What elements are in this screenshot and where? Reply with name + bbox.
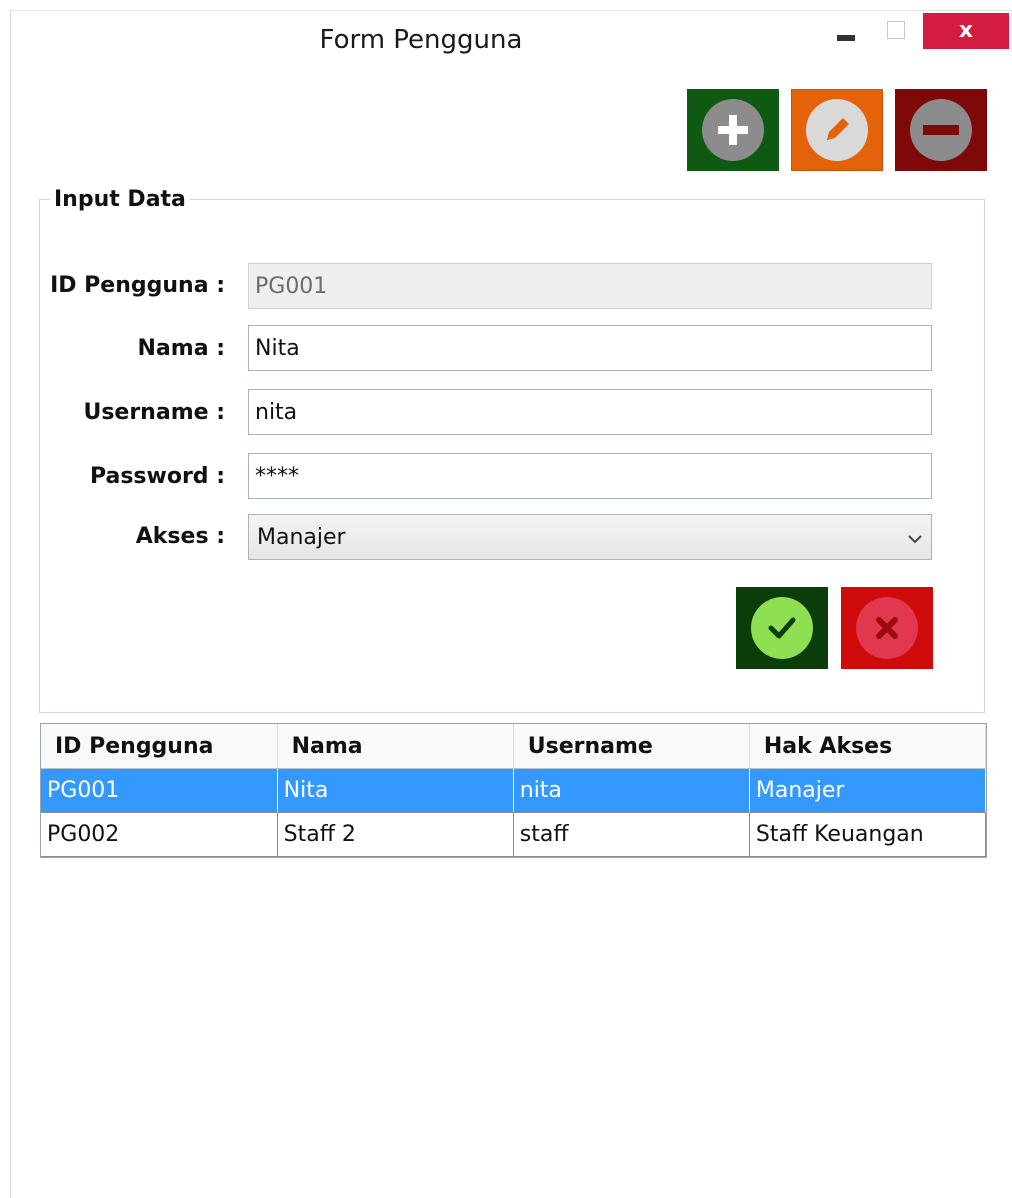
column-header-id[interactable]: ID Pengguna — [41, 724, 278, 769]
check-circle-icon — [751, 597, 813, 659]
chevron-down-icon — [907, 525, 923, 550]
plus-circle-icon — [702, 99, 764, 161]
akses-dropdown[interactable]: Manajer — [248, 514, 932, 560]
username-field[interactable] — [248, 389, 932, 435]
close-icon: x — [958, 18, 974, 43]
password-field[interactable] — [248, 453, 932, 499]
cell-hak-akses[interactable]: Manajer — [749, 768, 987, 813]
maximize-button[interactable] — [887, 21, 905, 39]
password-label: Password : — [89, 464, 225, 489]
column-header-nama[interactable]: Nama — [277, 724, 514, 769]
save-button[interactable] — [736, 587, 828, 669]
cell-id[interactable]: PG002 — [41, 812, 278, 857]
akses-label: Akses : — [135, 524, 225, 549]
username-label: Username : — [83, 400, 225, 425]
id-pengguna-label: ID Pengguna : — [50, 273, 225, 298]
add-button[interactable] — [687, 89, 779, 171]
nama-label: Nama : — [137, 336, 225, 361]
table-row[interactable]: PG002 Staff 2 staff Staff Keuangan — [41, 812, 987, 857]
column-header-username[interactable]: Username — [513, 724, 750, 769]
column-header-hak-akses[interactable]: Hak Akses — [749, 724, 987, 769]
cell-nama[interactable]: Staff 2 — [277, 812, 514, 857]
id-pengguna-field[interactable] — [248, 263, 932, 309]
minimize-button[interactable] — [837, 35, 855, 41]
nama-field[interactable] — [248, 325, 932, 371]
akses-selected-value: Manajer — [257, 524, 346, 550]
cell-username[interactable]: staff — [513, 812, 750, 857]
minus-circle-icon — [910, 99, 972, 161]
window-title: Form Pengguna — [319, 25, 523, 55]
form-pengguna-window: Form Pengguna x Input Data ID Pengguna:… — [10, 10, 1012, 1198]
cell-id[interactable]: PG001 — [41, 768, 278, 813]
delete-button[interactable] — [895, 89, 987, 171]
close-button[interactable]: x — [923, 13, 1009, 49]
cell-hak-akses[interactable]: Staff Keuangan — [749, 812, 987, 857]
group-legend: Input Data — [54, 187, 186, 212]
pencil-circle-icon — [806, 99, 868, 161]
cell-nama[interactable]: Nita — [277, 768, 514, 813]
cancel-button[interactable] — [841, 587, 933, 669]
table-row[interactable]: PG001 Nita nita Manajer — [41, 768, 987, 813]
cell-username[interactable]: nita — [513, 768, 750, 813]
x-circle-icon — [856, 597, 918, 659]
pengguna-table: ID Pengguna Nama Username Hak Akses PG00… — [40, 723, 987, 858]
table-header-row: ID Pengguna Nama Username Hak Akses — [41, 724, 987, 769]
edit-button[interactable] — [791, 89, 883, 171]
